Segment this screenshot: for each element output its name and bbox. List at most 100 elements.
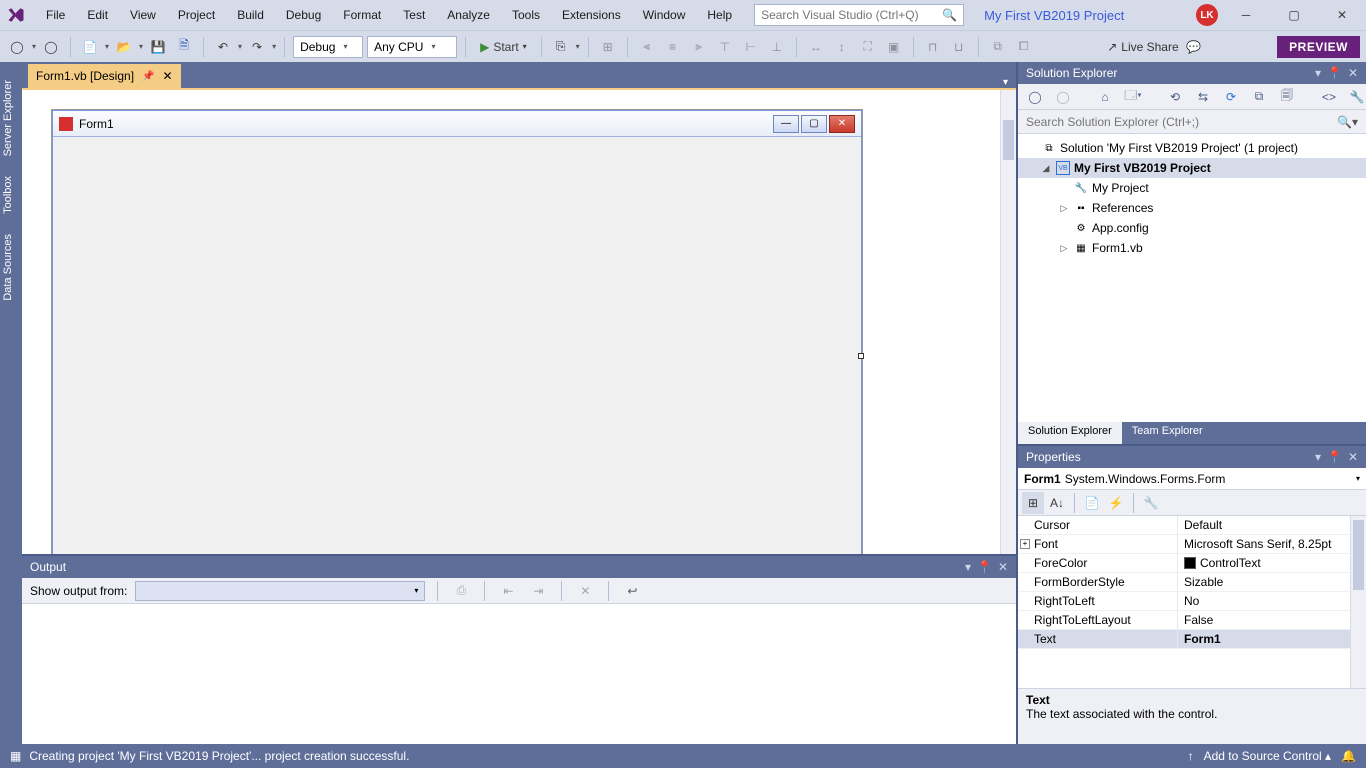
panel-close-icon[interactable]: ✕ (1348, 66, 1358, 80)
expander-icon[interactable]: ▷ (1058, 243, 1070, 254)
nav-forward-button[interactable]: ◯ (40, 36, 62, 58)
align-center-button[interactable]: ≡ (662, 36, 684, 58)
tab-solution-explorer[interactable]: Solution Explorer (1018, 422, 1122, 444)
size-button[interactable]: ⛶ (857, 36, 879, 58)
step-button[interactable]: ⎘ (550, 36, 572, 58)
form-designer-surface[interactable]: Form1 — ▢ ✕ (22, 88, 1016, 554)
expander-icon[interactable]: + (1020, 539, 1030, 549)
align-left-button[interactable]: ⫷ (636, 36, 658, 58)
pin-icon[interactable]: 📌 (142, 71, 154, 82)
property-row-forecolor[interactable]: ForeColorControlText (1018, 554, 1366, 573)
menu-format[interactable]: Format (333, 4, 391, 26)
tree-myproject-node[interactable]: 🔧 My Project (1018, 178, 1366, 198)
menu-project[interactable]: Project (168, 4, 225, 26)
resize-handle-east[interactable] (858, 353, 864, 359)
notifications-icon[interactable]: 🔔 (1341, 749, 1356, 763)
designer-vscrollbar[interactable] (1000, 90, 1016, 554)
menu-debug[interactable]: Debug (276, 4, 331, 26)
align-right-button[interactable]: ⫸ (688, 36, 710, 58)
se-refresh-button[interactable]: ⟳ (1220, 86, 1242, 108)
properties-header[interactable]: Properties ▾ 📍 ✕ (1018, 446, 1366, 468)
solution-explorer-search-input[interactable] (1026, 115, 1337, 129)
liveshare-button[interactable]: Live Share (1121, 40, 1178, 54)
prop-wrench-button[interactable]: 🔧 (1140, 492, 1162, 514)
property-row-text[interactable]: TextForm1 (1018, 630, 1366, 649)
solution-config-combo[interactable]: Debug▾ (293, 36, 363, 58)
menu-tools[interactable]: Tools (502, 4, 550, 26)
autohide-pin-icon[interactable]: 📍 (1327, 450, 1342, 464)
output-clear-button[interactable]: ✕ (574, 580, 596, 602)
property-row-font[interactable]: +FontMicrosoft Sans Serif, 8.25pt (1018, 535, 1366, 554)
bring-front-button[interactable]: ▣ (883, 36, 905, 58)
active-files-dropdown[interactable]: ▾ (995, 77, 1016, 88)
window-position-icon[interactable]: ▾ (965, 560, 971, 574)
save-button[interactable]: 💾 (147, 36, 169, 58)
center-v-button[interactable]: ⊔ (948, 36, 970, 58)
feedback-button[interactable]: 💬 (1183, 36, 1205, 58)
properties-vscrollbar[interactable] (1350, 516, 1366, 688)
solution-platform-combo[interactable]: Any CPU▾ (367, 36, 457, 58)
panel-close-icon[interactable]: ✕ (1348, 450, 1358, 464)
window-position-icon[interactable]: ▾ (1315, 450, 1321, 464)
close-button[interactable]: ✕ (1322, 1, 1362, 29)
open-file-button[interactable]: 📂 (113, 36, 135, 58)
menu-file[interactable]: File (36, 4, 75, 26)
expander-icon[interactable]: ▷ (1058, 203, 1070, 214)
quick-launch-search[interactable]: 🔍 (754, 4, 964, 26)
tree-solution-node[interactable]: ⧉ Solution 'My First VB2019 Project' (1 … (1018, 138, 1366, 158)
property-row-righttoleft[interactable]: RightToLeftNo (1018, 592, 1366, 611)
property-row-formborderstyle[interactable]: FormBorderStyleSizable (1018, 573, 1366, 592)
server-explorer-tab[interactable]: Server Explorer (0, 70, 22, 166)
output-find-button[interactable]: ⎙ (450, 580, 472, 602)
nav-back-button[interactable]: ◯ (6, 36, 28, 58)
se-home-button[interactable]: ⌂ (1094, 86, 1116, 108)
tab-order-button[interactable]: ⧠ (1013, 36, 1035, 58)
events-button[interactable]: ⚡ (1105, 492, 1127, 514)
expander-icon[interactable]: ◢ (1040, 163, 1052, 174)
se-back-button[interactable]: ◯ (1024, 86, 1046, 108)
tree-references-node[interactable]: ▷▪▪ References (1018, 198, 1366, 218)
tree-project-node[interactable]: ◢ VB My First VB2019 Project (1018, 158, 1366, 178)
start-debug-button[interactable]: ▶ Start ▾ (474, 36, 533, 58)
se-sync-button[interactable]: ⇆ (1192, 86, 1214, 108)
save-all-button[interactable]: 🗎 (173, 36, 195, 58)
design-form-window[interactable]: Form1 — ▢ ✕ (52, 110, 862, 554)
se-code-button[interactable]: <> (1318, 86, 1340, 108)
redo-button[interactable]: ↷ (246, 36, 268, 58)
hspace-button[interactable]: ↔ (805, 36, 827, 58)
align-middle-button[interactable]: ⊢ (740, 36, 762, 58)
menu-extensions[interactable]: Extensions (552, 4, 631, 26)
alphabetical-button[interactable]: A↓ (1046, 492, 1068, 514)
user-avatar[interactable]: LK (1196, 4, 1218, 26)
solution-explorer-search[interactable]: 🔍▾ (1018, 110, 1366, 134)
undo-button[interactable]: ↶ (212, 36, 234, 58)
se-switch-view-button[interactable]: 🗔▾ (1122, 86, 1144, 108)
menu-help[interactable]: Help (697, 4, 742, 26)
se-showall-button[interactable]: 🗐 (1276, 86, 1298, 108)
tree-form1-node[interactable]: ▷▦ Form1.vb (1018, 238, 1366, 258)
menu-edit[interactable]: Edit (77, 4, 118, 26)
align-top-button[interactable]: ⊤ (714, 36, 736, 58)
menu-analyze[interactable]: Analyze (437, 4, 500, 26)
center-h-button[interactable]: ⊓ (922, 36, 944, 58)
se-collapse-button[interactable]: ⧉ (1248, 86, 1270, 108)
toolbox-tab[interactable]: Toolbox (0, 166, 22, 224)
property-row-righttoleftlayout[interactable]: RightToLeftLayoutFalse (1018, 611, 1366, 630)
order-button[interactable]: ⧉ (987, 36, 1009, 58)
se-properties-button[interactable]: 🔧 (1346, 86, 1366, 108)
source-control-button[interactable]: Add to Source Control ▴ (1204, 749, 1331, 763)
properties-object-combo[interactable]: Form1 System.Windows.Forms.Form ▾ (1018, 468, 1366, 490)
minimize-button[interactable]: ─ (1226, 1, 1266, 29)
solution-tree[interactable]: ⧉ Solution 'My First VB2019 Project' (1 … (1018, 134, 1366, 422)
solution-explorer-header[interactable]: Solution Explorer ▾ 📍 ✕ (1018, 62, 1366, 84)
menu-view[interactable]: View (120, 4, 166, 26)
autohide-pin-icon[interactable]: 📍 (977, 560, 992, 574)
window-position-icon[interactable]: ▾ (1315, 66, 1321, 80)
document-tab-form1-design[interactable]: Form1.vb [Design] 📌 ✕ (28, 64, 181, 88)
se-pending-button[interactable]: ⟲ (1164, 86, 1186, 108)
properties-grid[interactable]: CursorDefault+FontMicrosoft Sans Serif, … (1018, 516, 1366, 688)
menu-window[interactable]: Window (633, 4, 696, 26)
maximize-button[interactable]: ▢ (1274, 1, 1314, 29)
vspace-button[interactable]: ↕ (831, 36, 853, 58)
quick-launch-input[interactable] (761, 8, 942, 22)
